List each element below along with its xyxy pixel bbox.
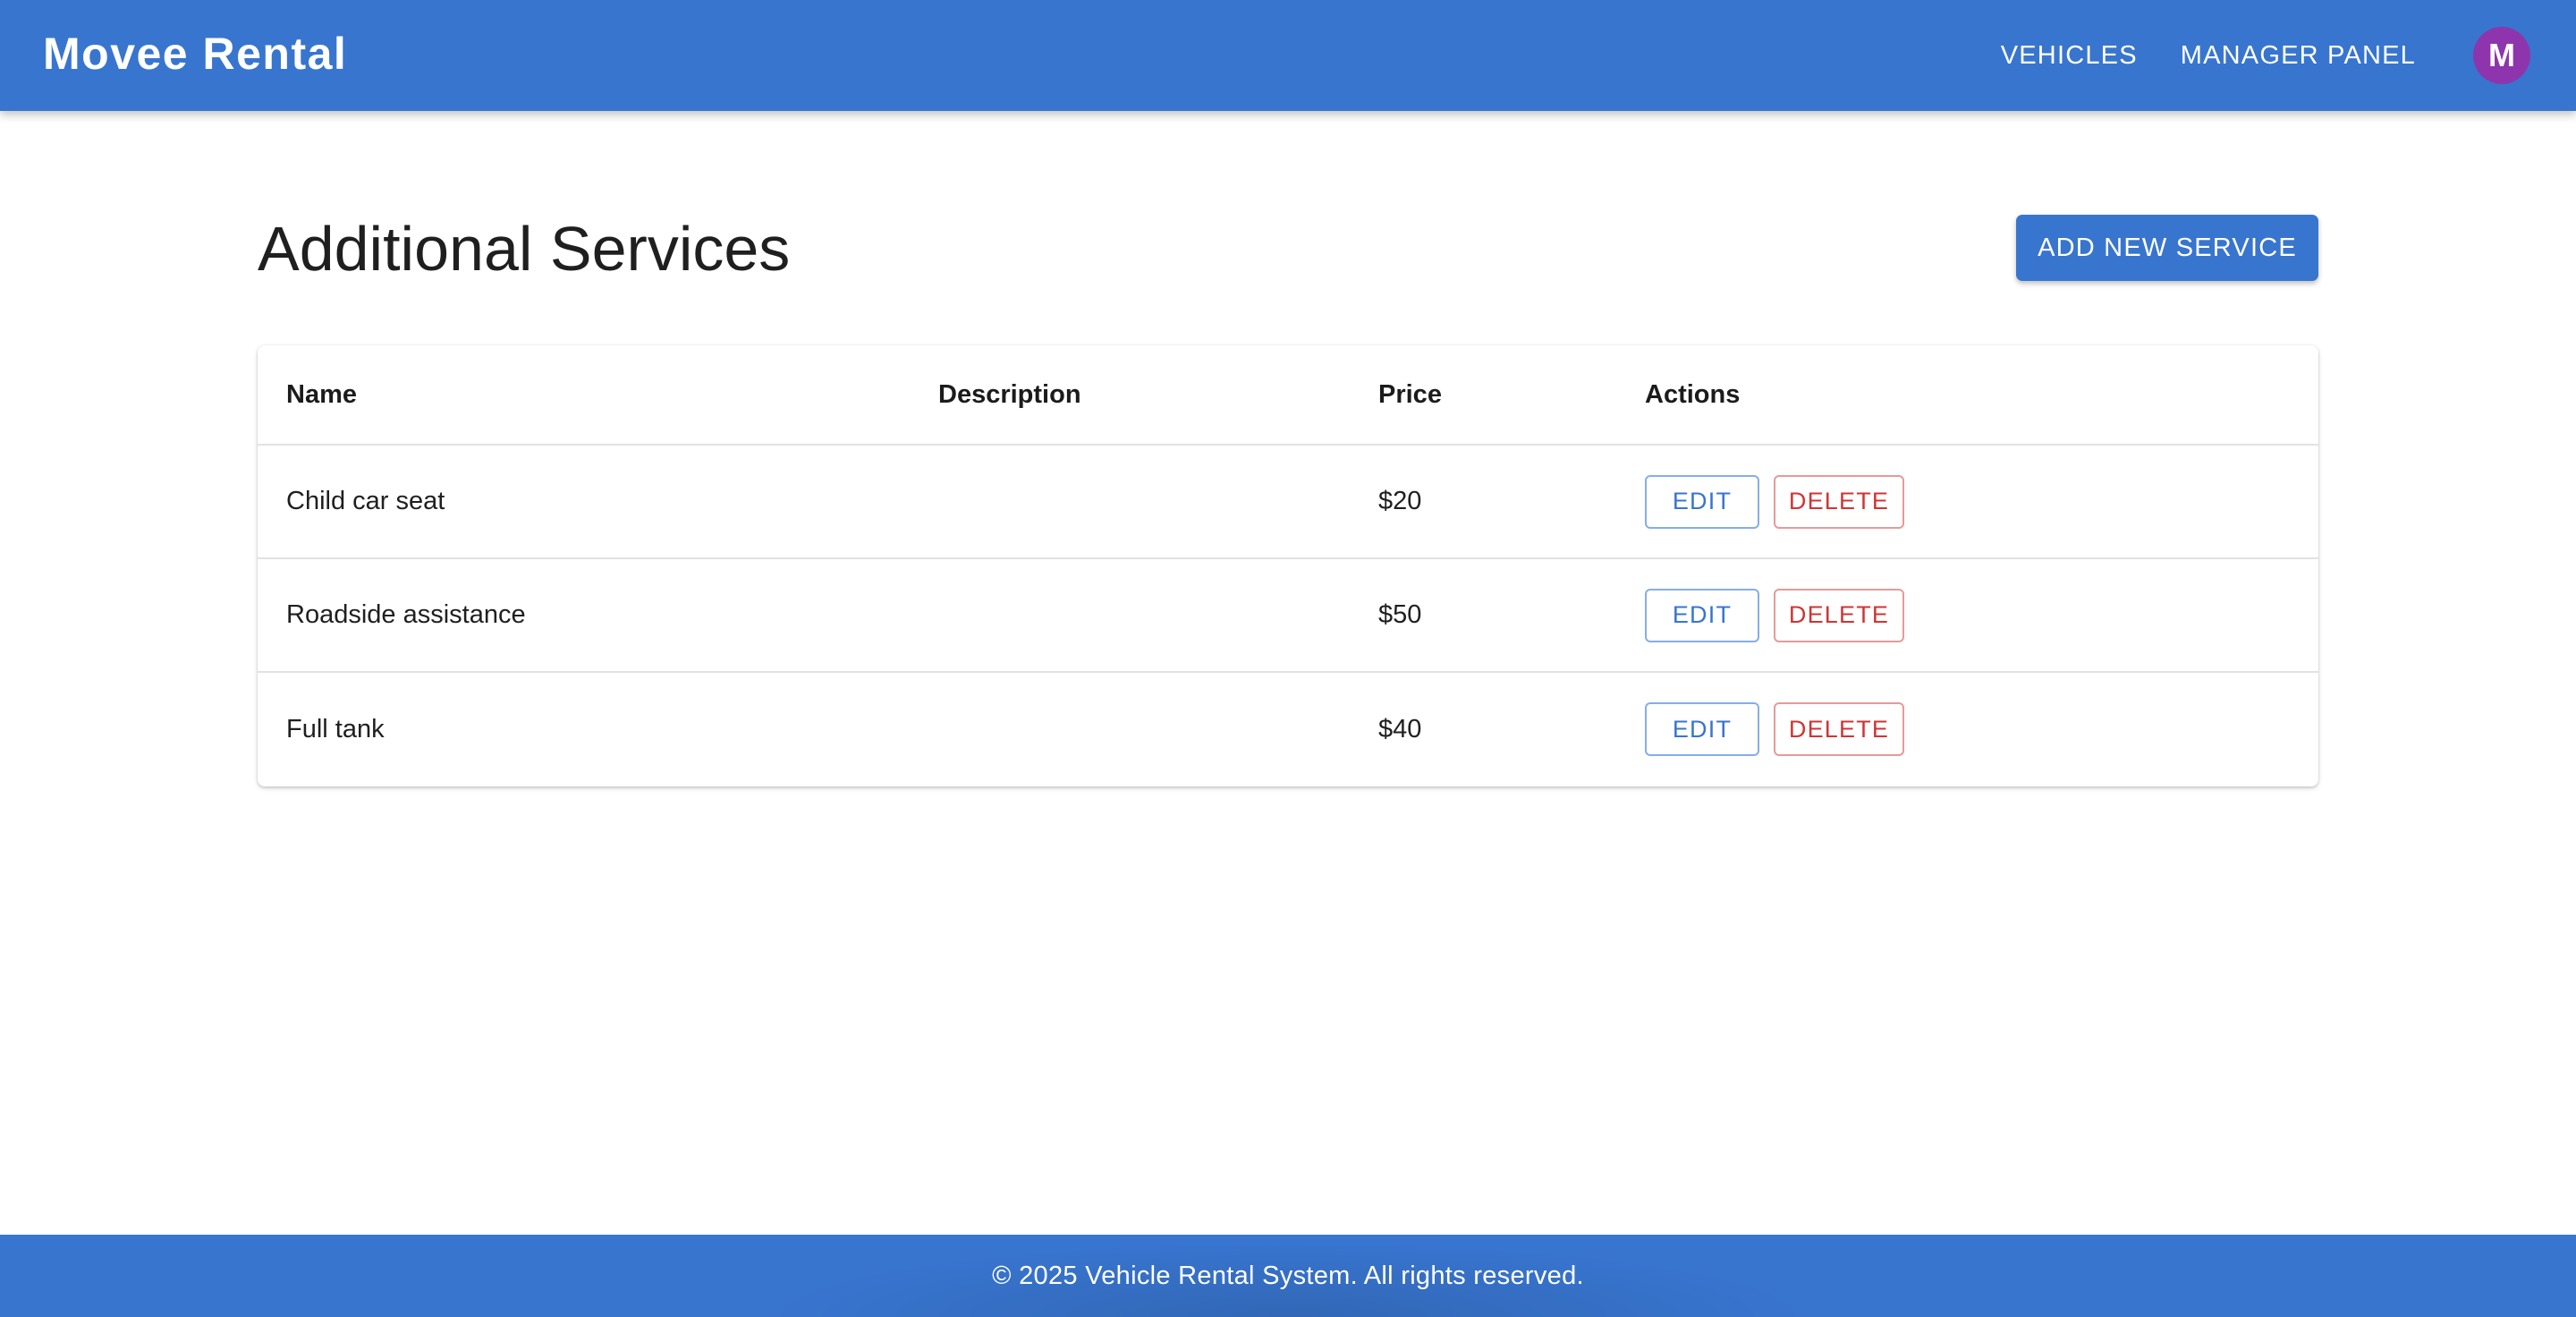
delete-button[interactable]: DELETE — [1774, 702, 1904, 756]
service-name-cell: Full tank — [286, 714, 385, 743]
table-header: Name Description Price Actions — [258, 345, 2318, 446]
column-header-description: Description — [910, 345, 1350, 446]
delete-button[interactable]: DELETE — [1774, 588, 1904, 642]
delete-button[interactable]: DELETE — [1774, 474, 1904, 529]
table-body: Child car seat $20 EDIT DELETE Roadside a… — [258, 445, 2318, 786]
service-description-cell — [910, 558, 1350, 673]
service-actions-cell: EDIT DELETE — [1616, 672, 2318, 786]
service-description-cell — [910, 445, 1350, 559]
nav-manager-panel-link[interactable]: MANAGER PANEL — [2181, 39, 2416, 72]
add-new-service-button[interactable]: ADD NEW SERVICE — [2016, 215, 2318, 281]
user-avatar[interactable]: M — [2473, 27, 2530, 84]
page-footer: © 2025 Vehicle Rental System. All rights… — [0, 1235, 2576, 1317]
service-name-cell: Child car seat — [258, 445, 910, 559]
column-header-actions: Actions — [1616, 345, 2318, 446]
table-row: Full tank $40 EDIT DELETE — [258, 672, 2318, 786]
table-row: Child car seat $20 EDIT DELETE — [258, 445, 2318, 559]
column-header-price: Price — [1350, 345, 1616, 446]
nav-vehicles-link[interactable]: VEHICLES — [2001, 39, 2138, 72]
brand-title[interactable]: Movee Rental — [43, 27, 347, 81]
app-root: Movee Rental VEHICLES MANAGER PANEL M Ad… — [0, 0, 2576, 1317]
column-header-name: Name — [258, 345, 910, 446]
service-actions-cell: EDIT DELETE — [1616, 445, 2318, 559]
edit-button[interactable]: EDIT — [1645, 702, 1759, 756]
service-description-cell — [910, 672, 1350, 786]
services-table-card: Name Description Price Actions Child car… — [258, 345, 2318, 786]
table-header-row: Name Description Price Actions — [258, 345, 2318, 446]
services-table: Name Description Price Actions Child car… — [258, 345, 2318, 786]
table-row: Roadside assistance $50 EDIT DELETE — [258, 558, 2318, 673]
service-actions-cell: EDIT DELETE — [1616, 558, 2318, 673]
footer-copyright: © 2025 Vehicle Rental System. All rights… — [992, 1262, 1584, 1290]
page-title: Additional Services — [258, 214, 791, 284]
service-price-cell: $40 — [1378, 714, 1422, 743]
service-name-cell: Roadside assistance — [258, 558, 910, 673]
edit-button[interactable]: EDIT — [1645, 588, 1759, 642]
service-price-cell: $50 — [1350, 558, 1616, 673]
top-app-bar: Movee Rental VEHICLES MANAGER PANEL M — [0, 0, 2576, 111]
main-nav: VEHICLES MANAGER PANEL M — [2001, 0, 2576, 111]
service-price-cell: $20 — [1350, 445, 1616, 559]
edit-button[interactable]: EDIT — [1645, 474, 1759, 529]
